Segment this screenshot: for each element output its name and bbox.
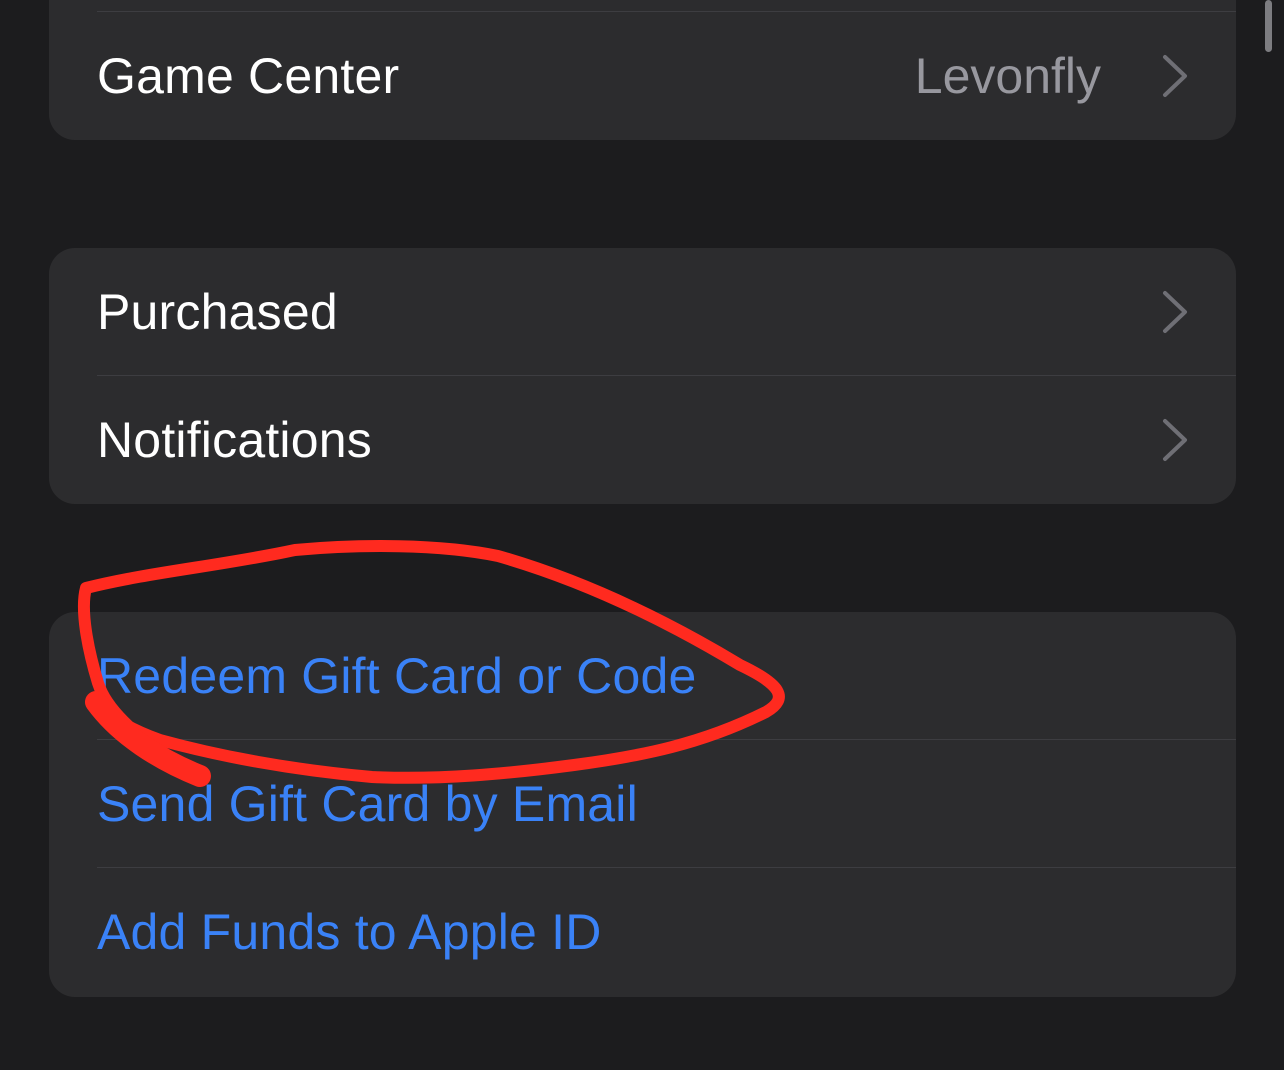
- redeem-gift-card-button[interactable]: Redeem Gift Card or Code: [49, 612, 1236, 740]
- add-funds-label: Add Funds to Apple ID: [97, 904, 602, 960]
- scroll-indicator: [1265, 0, 1272, 52]
- chevron-right-icon: [1163, 291, 1187, 333]
- game-center-value: Levonfly: [914, 48, 1101, 104]
- game-center-row[interactable]: Game Center Levonfly: [49, 12, 1236, 140]
- purchased-row[interactable]: Purchased: [49, 248, 1236, 376]
- game-center-label: Game Center: [97, 48, 400, 104]
- settings-group-account: Game Center Levonfly: [49, 0, 1236, 140]
- notifications-row[interactable]: Notifications: [49, 376, 1236, 504]
- send-gift-card-button[interactable]: Send Gift Card by Email: [49, 740, 1236, 868]
- chevron-right-icon: [1163, 419, 1187, 461]
- notifications-label: Notifications: [97, 412, 372, 468]
- chevron-right-icon: [1163, 55, 1187, 97]
- add-funds-button[interactable]: Add Funds to Apple ID: [49, 868, 1236, 996]
- settings-group-purchases: Purchased Notifications: [49, 248, 1236, 504]
- send-gift-card-label: Send Gift Card by Email: [97, 776, 638, 832]
- purchased-label: Purchased: [97, 284, 338, 340]
- redeem-gift-card-label: Redeem Gift Card or Code: [97, 648, 697, 704]
- settings-group-gift-cards: Redeem Gift Card or Code Send Gift Card …: [49, 612, 1236, 997]
